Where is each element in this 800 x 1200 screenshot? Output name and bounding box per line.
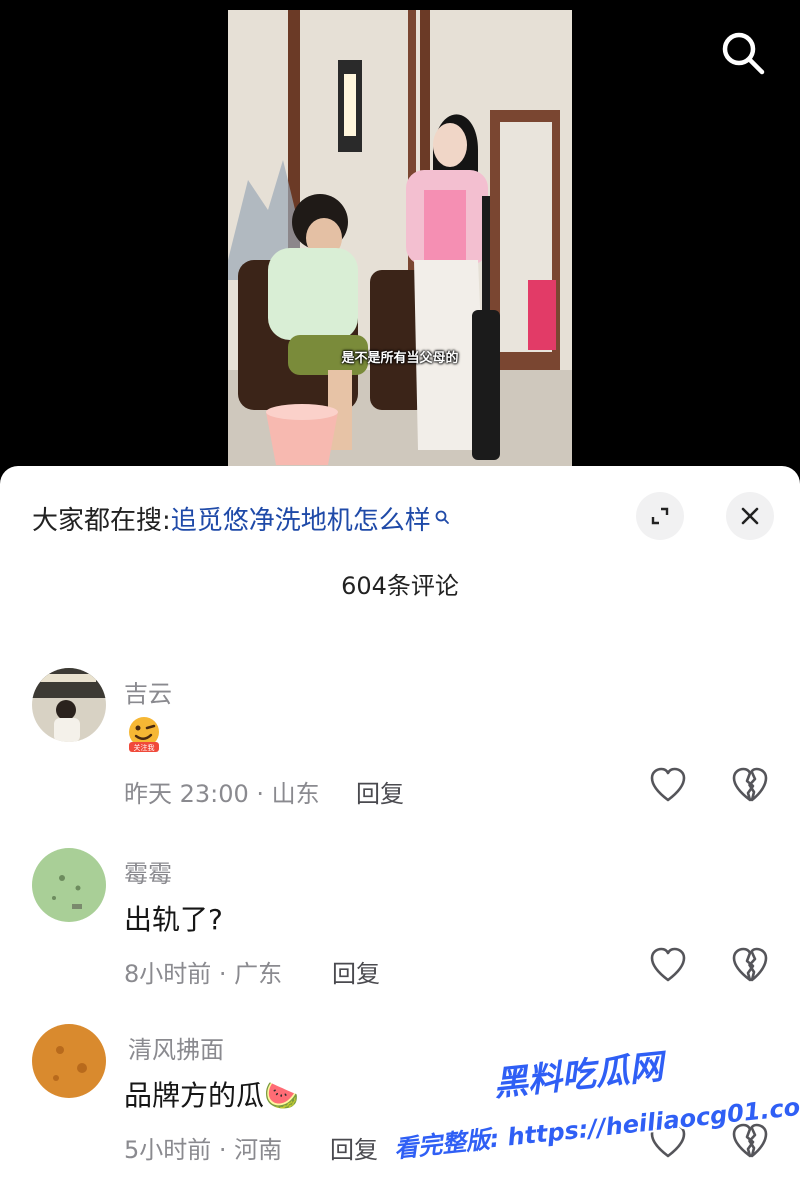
search-icon [722, 32, 765, 75]
avatar-image [32, 1024, 106, 1098]
like-button[interactable] [648, 766, 688, 806]
close-button[interactable] [726, 492, 774, 540]
close-icon [741, 507, 759, 525]
broken-heart-icon [732, 947, 768, 982]
comment-meta: 5小时前 · 河南 [124, 1136, 283, 1164]
comment-item: 霉霉 出轨了? 8小时前 · 广东 回复 [0, 848, 800, 1018]
comment-item: 吉云 关注我 昨天 23:00 · 山东 回复 [0, 668, 800, 838]
avatar-image [32, 668, 106, 742]
video-frame[interactable]: 是不是所有当父母的 [228, 10, 572, 470]
wink-emoji-icon: 关注我 [129, 717, 159, 752]
comment-sticker: 关注我 [124, 714, 164, 761]
reply-button[interactable]: 回复 [356, 774, 404, 809]
video-scene-image [228, 10, 572, 470]
avatar[interactable] [32, 668, 106, 742]
like-button[interactable] [648, 946, 688, 986]
hot-search-bar: 大家都在搜:追觅悠净洗地机怎么样 [32, 500, 450, 537]
heart-icon [650, 947, 686, 982]
search-icon [435, 510, 449, 524]
expand-button[interactable] [636, 492, 684, 540]
search-button[interactable] [718, 28, 768, 78]
dislike-button[interactable] [730, 946, 770, 986]
avatar[interactable] [32, 848, 106, 922]
comment-author[interactable]: 吉云 [124, 674, 172, 709]
comment-meta: 8小时前 · 广东 [124, 960, 283, 988]
hot-search-link[interactable]: 追觅悠净洗地机怎么样 [171, 506, 450, 536]
reply-button[interactable]: 回复 [332, 954, 380, 989]
heart-icon [650, 767, 686, 802]
broken-heart-icon [732, 767, 768, 802]
comment-text: 品牌方的瓜🍉 [124, 1079, 299, 1112]
hot-search-prefix: 大家都在搜: [32, 506, 171, 536]
comment-meta: 昨天 23:00 · 山东 [124, 780, 320, 808]
comment-count: 604条评论 [341, 572, 459, 600]
sticker-label: 关注我 [134, 743, 155, 752]
reply-button[interactable]: 回复 [330, 1130, 378, 1165]
avatar[interactable] [32, 1024, 106, 1098]
watermark-brand: 黑料吃瓜网 [491, 1047, 666, 1105]
video-player[interactable]: 是不是所有当父母的 [0, 0, 800, 470]
comment-author[interactable]: 霉霉 [124, 854, 172, 889]
comment-author[interactable]: 清风拂面 [128, 1030, 224, 1065]
avatar-image [32, 848, 106, 922]
expand-icon [651, 507, 669, 525]
hot-search-query: 追觅悠净洗地机怎么样 [170, 506, 431, 536]
video-subtitle: 是不是所有当父母的 [341, 351, 459, 366]
dislike-button[interactable] [730, 766, 770, 806]
comment-text: 出轨了? [124, 903, 223, 936]
